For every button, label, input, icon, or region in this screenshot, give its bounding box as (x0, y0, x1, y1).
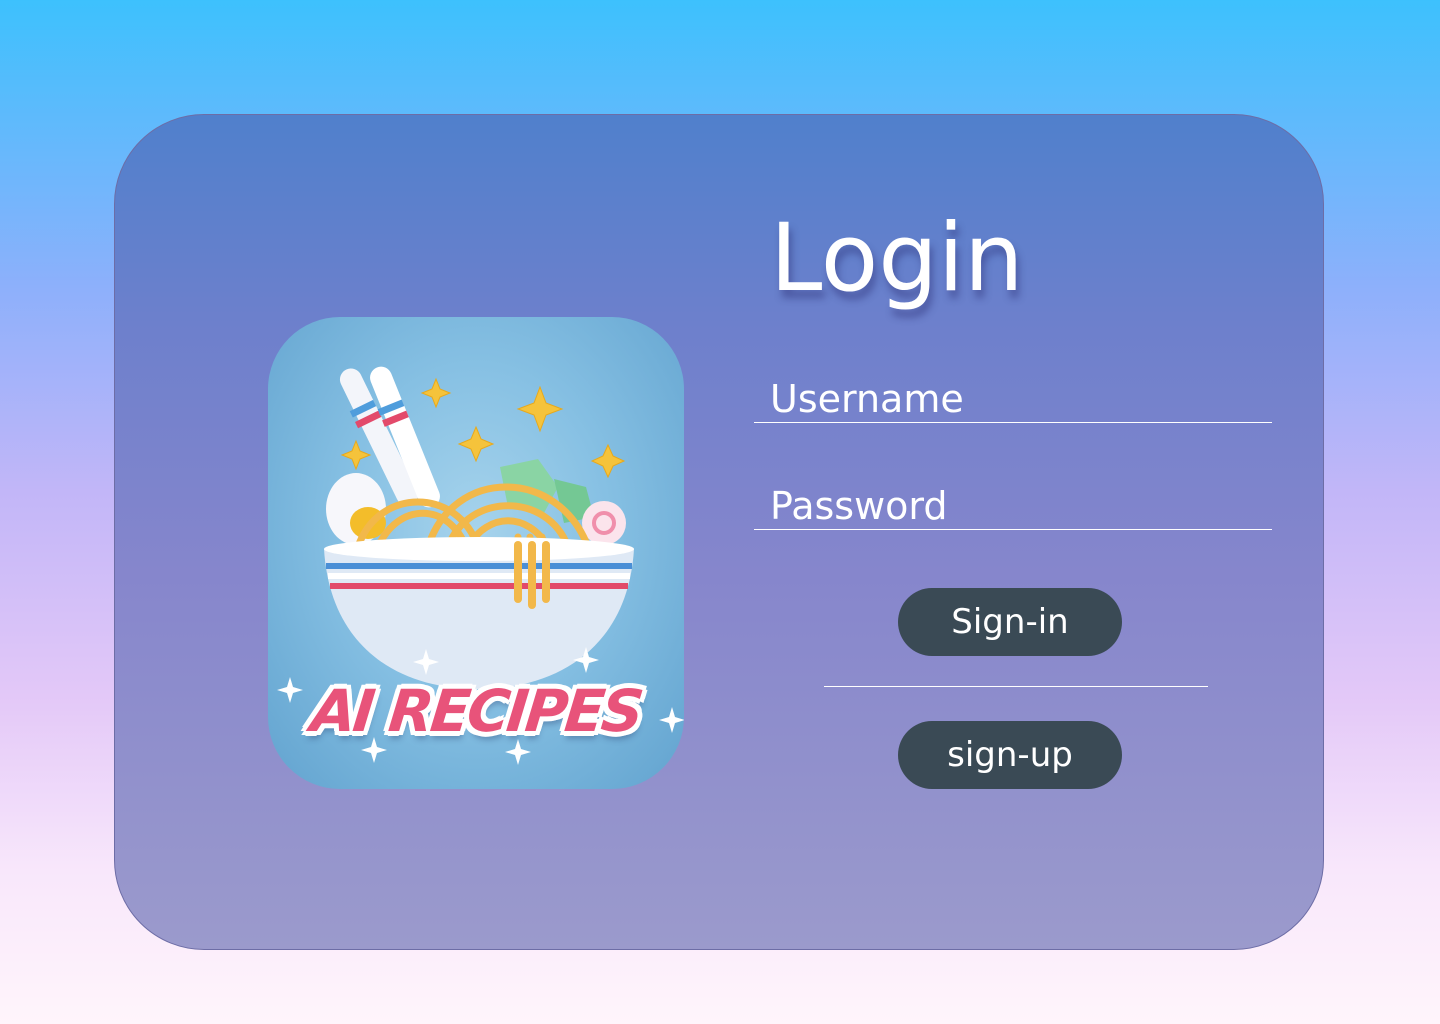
password-input[interactable] (770, 483, 1260, 529)
sign-up-button[interactable]: sign-up (898, 721, 1122, 789)
password-field (754, 483, 1272, 530)
page-title: Login (770, 204, 1024, 313)
username-field (754, 376, 1272, 423)
sign-in-button[interactable]: Sign-in (898, 588, 1122, 656)
app-logo: AI RECIPES (268, 317, 684, 789)
logo-text: AI RECIPES (307, 677, 645, 745)
username-input[interactable] (770, 376, 1260, 422)
divider (824, 686, 1208, 687)
